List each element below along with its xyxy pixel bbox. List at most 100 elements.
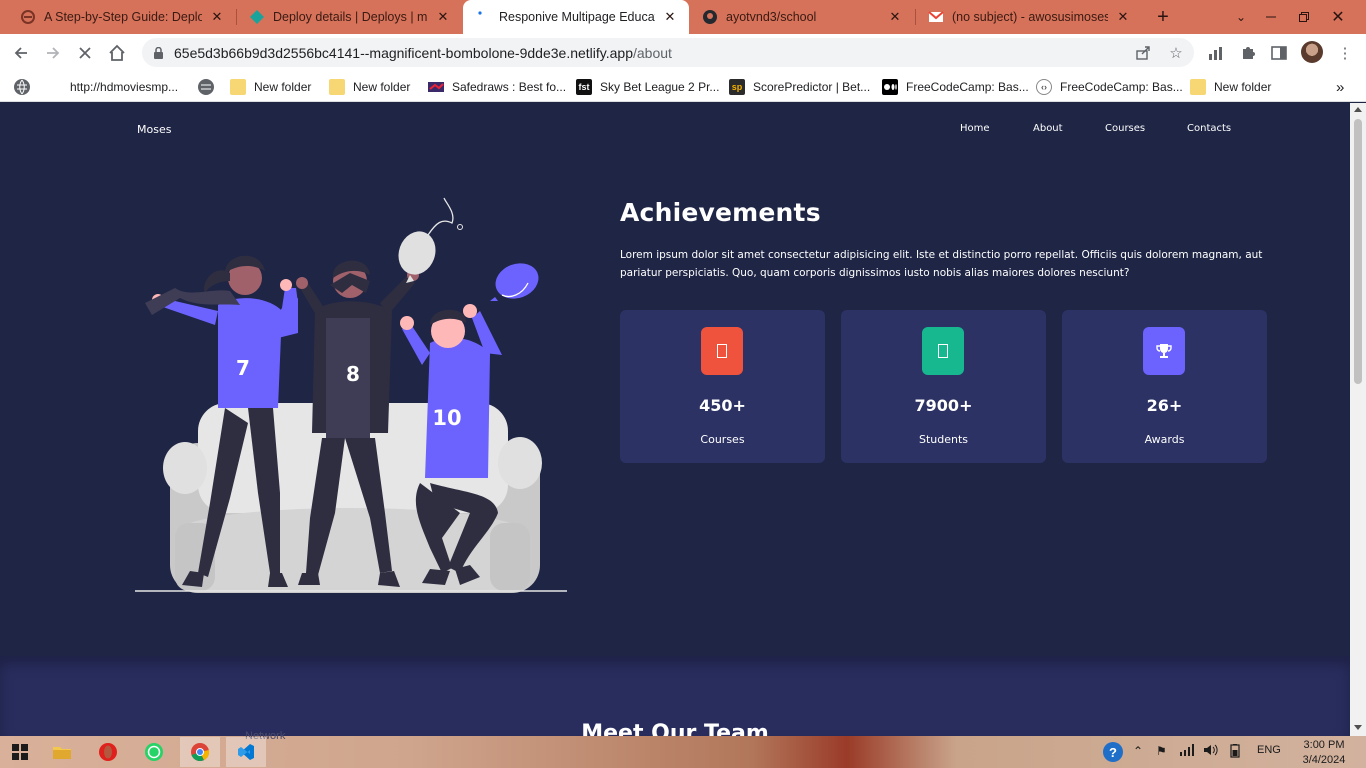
browser-tab[interactable]: (no subject) - awosusimoses@ ✕ <box>916 0 1142 34</box>
quote-tag-icon <box>20 9 36 25</box>
scroll-thumb[interactable] <box>1354 119 1362 384</box>
bookmark-item[interactable]: FreeCodeCamp: Bas... <box>882 76 1029 98</box>
page-scrollbar[interactable] <box>1350 103 1366 736</box>
minimize-window-icon[interactable] <box>1256 0 1286 34</box>
browser-tab-active[interactable]: Responive Multipage Educatio ✕ <box>463 0 689 34</box>
windows-start-icon[interactable] <box>0 737 40 767</box>
close-tab-icon[interactable]: ✕ <box>1116 9 1130 25</box>
home-icon[interactable] <box>102 38 132 68</box>
url-text: 65e5d3b66b9d3d2556bc4141--magnificent-bo… <box>174 45 672 61</box>
nav-courses-link[interactable]: Courses <box>1105 123 1145 134</box>
bookmark-item[interactable]: sp ScorePredictor | Bet... <box>729 76 870 98</box>
nav-about-link[interactable]: About <box>1033 123 1063 134</box>
network-signal-icon[interactable] <box>1180 744 1194 759</box>
achievements-title: Achievements <box>620 198 821 227</box>
tab-title: ayotvnd3/school <box>726 10 817 24</box>
bookmarks-bar: http://hdmoviesmp... New folder New fold… <box>0 71 1366 102</box>
bookmark-item[interactable]: http://hdmoviesmp... <box>70 76 178 98</box>
tab-title: Responive Multipage Educatio <box>499 10 655 24</box>
tab-title: Deploy details | Deploys | mag <box>273 10 428 24</box>
restore-window-icon[interactable] <box>1289 0 1319 34</box>
bookmark-item[interactable]: Safedraws : Best fo... <box>428 76 566 98</box>
close-tab-icon[interactable]: ✕ <box>663 9 677 25</box>
forward-arrow-icon[interactable] <box>38 38 68 68</box>
bookmark-star-icon[interactable]: ☆ <box>1165 42 1187 64</box>
bookmark-label: New folder <box>1214 80 1272 94</box>
folder-icon <box>230 79 246 95</box>
bookmark-folder[interactable]: New folder <box>1190 76 1271 98</box>
opera-icon[interactable] <box>88 737 128 767</box>
address-bar[interactable]: 65e5d3b66b9d3d2556bc4141--magnificent-bo… <box>142 38 1194 67</box>
file-explorer-icon[interactable] <box>42 737 82 767</box>
nav-home-link[interactable]: Home <box>960 123 990 134</box>
browser-tab[interactable]: ayotvnd3/school ✕ <box>690 0 914 34</box>
scroll-down-arrow-icon[interactable] <box>1354 725 1362 730</box>
gray-balloon <box>398 197 463 283</box>
more-bookmarks-chevron-icon[interactable]: » <box>1336 76 1344 98</box>
puzzle-extensions-icon[interactable] <box>1237 42 1259 64</box>
close-tab-icon[interactable]: ✕ <box>436 9 450 25</box>
clock-date[interactable]: 3/4/2024 <box>1298 754 1350 766</box>
browser-toolbar: 65e5d3b66b9d3d2556bc4141--magnificent-bo… <box>0 34 1366 71</box>
flag-icon[interactable]: ⚑ <box>1156 744 1167 758</box>
globe-icon[interactable] <box>198 76 222 98</box>
close-window-icon[interactable]: ✕ <box>1323 0 1353 34</box>
celebration-illustration: 7 8 10 <box>135 197 567 593</box>
side-panel-icon[interactable] <box>1268 42 1290 64</box>
fst-icon: fst <box>576 79 592 95</box>
bookmark-item[interactable]: fst Sky Bet League 2 Pr... <box>576 76 719 98</box>
profile-avatar[interactable] <box>1301 41 1323 63</box>
bookmark-item[interactable]: ‹› FreeCodeCamp: Bas... <box>1036 76 1183 98</box>
browser-tab[interactable]: A Step-by-Step Guide: Deployi ✕ <box>8 0 236 34</box>
new-tab-plus-icon[interactable]: + <box>1148 0 1178 34</box>
clock-time[interactable]: 3:00 PM <box>1299 739 1349 751</box>
windows-taskbar: Network ? ⌃ ⚑ ENG 3:00 PM 3/4/2024 <box>0 730 1366 768</box>
back-arrow-icon[interactable] <box>6 38 36 68</box>
bookmark-label: New folder <box>353 80 411 94</box>
medium-icon <box>882 79 898 95</box>
tab-search-chevron-icon[interactable]: ⌄ <box>1226 0 1256 34</box>
achievements-description: Lorem ipsum dolor sit amet consectetur a… <box>620 249 1263 279</box>
help-icon[interactable]: ? <box>1103 742 1123 762</box>
stat-label: Students <box>918 433 969 446</box>
bookmark-folder[interactable]: New folder <box>329 76 410 98</box>
tray-expand-chevron-icon[interactable]: ⌃ <box>1133 744 1143 758</box>
language-indicator[interactable]: ENG <box>1257 744 1281 756</box>
stat-card-students: 7900+ Students <box>841 310 1046 463</box>
globe-icon[interactable] <box>14 76 38 98</box>
sp-icon: sp <box>729 79 745 95</box>
code-icon: ‹› <box>1036 79 1052 95</box>
volume-icon[interactable] <box>1204 744 1218 759</box>
browser-tab-strip: A Step-by-Step Guide: Deployi ✕ Deploy d… <box>0 0 1366 34</box>
netlify-icon <box>249 9 265 25</box>
safedraws-icon <box>428 79 444 95</box>
bookmark-label: FreeCodeCamp: Bas... <box>906 80 1029 94</box>
jersey-number-8: 8 <box>346 362 360 386</box>
purple-balloon <box>490 263 539 301</box>
share-icon[interactable] <box>1132 42 1154 64</box>
loading-dot-icon <box>475 9 491 25</box>
trophy-icon <box>1143 327 1185 375</box>
close-tab-icon[interactable]: ✕ <box>888 9 902 25</box>
bookmark-folder[interactable]: New folder <box>230 76 311 98</box>
whatsapp-icon[interactable] <box>134 737 174 767</box>
user-graduate-icon <box>922 327 964 375</box>
stat-number: 450+ <box>699 396 746 415</box>
browser-tab[interactable]: Deploy details | Deploys | mag ✕ <box>237 0 462 34</box>
stat-card-awards: 26+ Awards <box>1062 310 1267 463</box>
chrome-icon[interactable] <box>180 737 220 767</box>
vscode-icon[interactable] <box>226 737 266 767</box>
battery-icon[interactable] <box>1228 744 1242 761</box>
tab-title: (no subject) - awosusimoses@ <box>952 10 1108 24</box>
nav-contacts-link[interactable]: Contacts <box>1187 123 1231 134</box>
tab-title: A Step-by-Step Guide: Deployi <box>44 10 202 24</box>
analytics-extension-icon[interactable] <box>1205 42 1227 64</box>
site-logo[interactable]: Moses <box>137 123 171 136</box>
stop-loading-icon[interactable] <box>70 38 100 68</box>
team-section: Meet Our Team <box>0 656 1350 736</box>
menu-kebab-icon[interactable]: ⋮ <box>1334 42 1356 64</box>
scroll-up-arrow-icon[interactable] <box>1354 107 1362 112</box>
close-tab-icon[interactable]: ✕ <box>210 9 224 25</box>
jersey-number-7: 7 <box>236 356 250 380</box>
team-section-title: Meet Our Team <box>581 721 769 736</box>
